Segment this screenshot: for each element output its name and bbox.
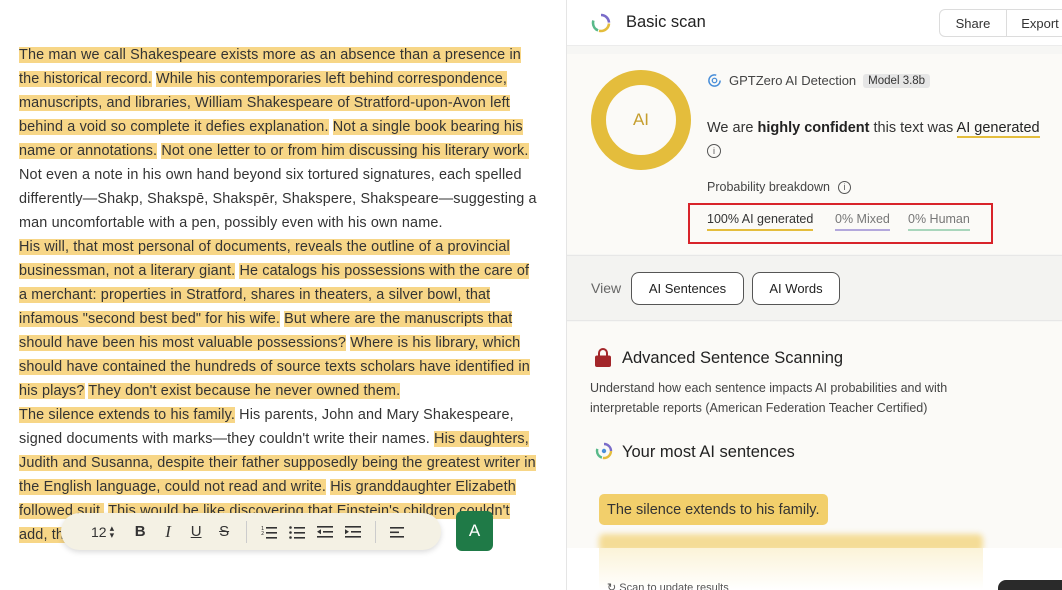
advanced-scanning-title: Advanced Sentence Scanning [622,349,844,367]
editor-paragraph[interactable]: The man we call Shakespeare exists more … [19,43,539,235]
ordered-list-button[interactable]: 12 [255,519,283,545]
bullet-list-button[interactable] [283,519,311,545]
detector-name: GPTZero AI Detection [729,73,857,88]
ai-highlighted-sentence[interactable]: The silence extends to his family. [19,407,235,423]
ai-sentences-button[interactable]: AI Sentences [631,272,744,305]
share-button[interactable]: Share [939,9,1007,37]
ai-highlighted-sentence[interactable]: Not one letter to or from him discussing… [161,143,529,159]
probability-breakdown-text: Probability breakdown [707,180,830,194]
indent-icon [345,525,362,538]
verdict-middle: this text was [869,120,957,136]
document-editor[interactable]: The man we call Shakespeare exists more … [0,0,566,590]
lock-icon [595,348,611,367]
detector-row: GPTZero AI Detection Model 3.8b [707,73,931,88]
panel-header: Basic scan Share Export [567,0,1062,46]
outdent-icon [317,525,334,538]
svg-text:2: 2 [261,531,264,537]
advanced-scanning-section: Advanced Sentence Scanning Understand ho… [567,322,1062,552]
gptzero-small-icon [708,74,721,87]
font-size-selector[interactable]: 12 ▴ ▾ [91,522,115,540]
export-button[interactable]: Export [1006,9,1062,37]
view-selector: View AI Sentences AI Words [567,255,1062,321]
outdent-button[interactable] [311,519,339,545]
prob-human[interactable]: 0% Human [908,212,970,231]
panel-title: Basic scan [626,13,706,31]
sentence[interactable]: Not even a note in his own hand beyond s… [19,167,537,231]
italic-button[interactable]: I [154,519,182,545]
gptzero-ring-logo-icon [591,13,611,33]
verdict-result: AI generated [956,120,1040,138]
ai-highlighted-sentence[interactable]: They don't exist because he never owned … [88,383,401,399]
bold-button[interactable]: B [126,519,154,545]
ai-score-ring-label: AI [632,110,650,129]
view-label: View [591,280,622,296]
underline-button[interactable]: U [182,519,210,545]
ai-words-button[interactable]: AI Words [752,272,840,305]
prob-mixed[interactable]: 0% Mixed [835,212,890,231]
scan-update-note[interactable]: ↻ Scan to update results [607,581,729,590]
strikethrough-button[interactable]: S [210,519,238,545]
grammar-check-button[interactable]: A [456,511,493,551]
verdict-text: We are highly confident this text was AI… [707,120,1040,138]
font-size-stepper-icon: ▴ ▾ [109,522,115,540]
formatting-toolbar: 12 ▴ ▾ B I U S 12 [61,513,441,550]
font-size-value: 12 [91,523,107,540]
verdict-prefix: We are [707,120,758,136]
bottom-bar: ↻ Scan to update results [567,548,1062,590]
scan-panel: Basic scan Share Export AI GPTZero AI De… [566,0,1062,590]
indent-button[interactable] [339,519,367,545]
advanced-scanning-description: Understand how each sentence impacts AI … [590,381,948,415]
align-left-icon [390,526,405,538]
editor-paragraph[interactable]: His will, that most personal of document… [19,235,539,403]
spellcheck-icon: A [468,521,481,540]
info-icon[interactable]: i [707,144,721,158]
toolbar-divider [246,520,248,543]
prob-ai-generated[interactable]: 100% AI generated [707,212,814,231]
probability-highlight-box: 100% AI generated 0% Mixed 0% Human [688,203,993,244]
bullet-list-icon [289,525,306,539]
toolbar-divider [375,520,377,543]
sentences-ring-icon [595,442,613,460]
top-ai-sentence-chip[interactable]: The silence extends to his family. [599,494,828,525]
model-badge: Model 3.8b [863,73,931,88]
editor-text[interactable]: The man we call Shakespeare exists more … [19,43,539,547]
most-ai-sentences-title: Your most AI sentences [622,443,795,461]
align-button[interactable] [384,519,412,545]
ai-score-ring: AI [591,70,691,170]
dark-action-button[interactable] [998,580,1062,590]
ordered-list-icon: 12 [261,526,278,539]
probability-breakdown-label: Probability breakdown i [707,180,851,194]
verdict-confidence: highly confident [757,120,870,136]
result-card: AI GPTZero AI Detection Model 3.8b We ar… [567,54,1062,254]
info-icon[interactable]: i [838,180,851,194]
